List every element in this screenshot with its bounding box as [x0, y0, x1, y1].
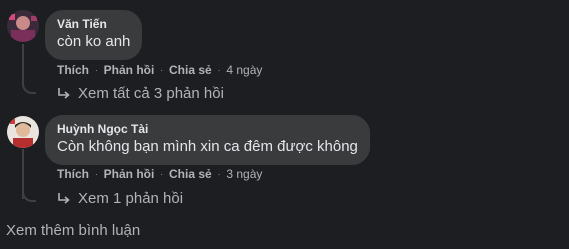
comment-author[interactable]: Văn Tiến [57, 16, 130, 32]
view-replies-label[interactable]: Xem 1 phản hồi [78, 190, 183, 207]
view-replies-link[interactable]: Xem tất cả 3 phản hồi [56, 85, 224, 102]
comment-actions: Thích · Phản hồi · Chia sẻ · 4 ngày [57, 63, 262, 77]
reply-arrow-icon [58, 87, 70, 99]
separator-dot: · [95, 65, 98, 75]
like-button[interactable]: Thích [57, 63, 89, 77]
separator-dot: · [95, 169, 98, 179]
view-replies-label[interactable]: Xem tất cả 3 phản hồi [78, 85, 224, 102]
thread-curve [22, 186, 36, 202]
share-button[interactable]: Chia sẻ [169, 63, 212, 77]
reply-button[interactable]: Phản hồi [104, 167, 155, 181]
comment-actions: Thích · Phản hồi · Chia sẻ · 3 ngày [57, 167, 262, 181]
comment-bubble: Huỳnh Ngọc Tài Còn không bạn mình xin ca… [45, 115, 370, 165]
reply-arrow-icon [58, 192, 70, 204]
avatar[interactable] [7, 116, 39, 148]
comment-author[interactable]: Huỳnh Ngọc Tài [57, 121, 358, 137]
separator-dot: · [160, 65, 164, 75]
separator-dot: · [217, 65, 221, 75]
thread-curve [22, 78, 36, 94]
like-button[interactable]: Thích [57, 167, 89, 181]
view-replies-link[interactable]: Xem 1 phản hồi [56, 190, 183, 207]
separator-dot: · [160, 169, 164, 179]
separator-dot: · [217, 169, 221, 179]
reply-button[interactable]: Phản hồi [104, 63, 155, 77]
share-button[interactable]: Chia sẻ [169, 167, 212, 181]
comment-timestamp[interactable]: 4 ngày [226, 63, 262, 77]
comment-bubble: Văn Tiến còn ko anh [45, 10, 143, 60]
view-more-comments-link[interactable]: Xem thêm bình luận [6, 222, 140, 239]
comment-text: còn ko anh [57, 33, 131, 50]
comment-text: Còn không bạn mình xin ca đêm được không [57, 138, 358, 155]
comment-timestamp[interactable]: 3 ngày [226, 167, 262, 181]
avatar[interactable] [7, 10, 39, 42]
